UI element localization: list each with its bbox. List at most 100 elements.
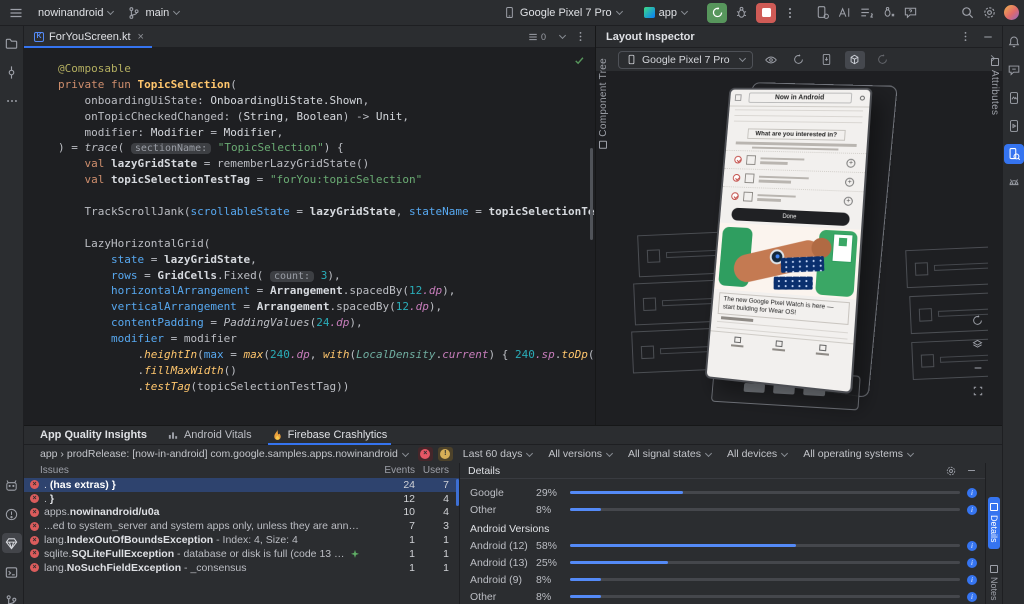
run-config-selector[interactable]: app <box>643 7 689 19</box>
issue-row[interactable]: sqlite.SQLiteFullException - database or… <box>24 547 459 561</box>
commit-tool-icon[interactable] <box>2 62 22 82</box>
issue-row[interactable]: ...ed to system_server and system apps o… <box>24 519 459 533</box>
debug-icon[interactable] <box>734 5 749 20</box>
tab-firebase-crashlytics[interactable]: Firebase Crashlytics <box>267 426 392 445</box>
right-tool-strip <box>1002 26 1024 604</box>
filter-dropdown[interactable]: All operating systems <box>803 448 915 460</box>
inspected-app-screen[interactable]: Now in Android What are you interested i… <box>704 87 873 395</box>
notifications-bell-icon[interactable] <box>1004 32 1024 52</box>
filter-dropdown[interactable]: All devices <box>727 448 789 460</box>
editor-options-icon[interactable] <box>574 30 587 43</box>
info-icon[interactable] <box>967 557 977 568</box>
zoom-out-icon[interactable] <box>972 362 984 374</box>
editor-tab[interactable]: ForYouScreen.kt <box>24 26 152 48</box>
app-quality-insights-tool-icon[interactable] <box>1 533 22 553</box>
inspector-more-icon[interactable] <box>959 30 972 43</box>
task-list-icon[interactable] <box>859 5 874 20</box>
layout-inspector-tool-icon[interactable] <box>1003 144 1024 164</box>
detail-bar-percent: 8% <box>536 503 552 516</box>
rerun-button[interactable] <box>707 2 727 23</box>
nonfatal-filter-toggle[interactable] <box>437 447 453 461</box>
device-mirror-icon[interactable] <box>1004 116 1024 136</box>
code-editor[interactable]: @Composable private fun TopicSelection( o… <box>24 48 595 425</box>
tab-list-chevron-icon[interactable] <box>558 31 567 40</box>
device-manager-icon[interactable] <box>815 5 830 20</box>
info-icon[interactable] <box>967 487 977 498</box>
settings-icon[interactable] <box>982 5 997 20</box>
fatal-filter-toggle[interactable] <box>417 447 433 461</box>
git-tool-icon[interactable] <box>2 591 22 604</box>
inspection-widget[interactable]: 0 <box>527 31 546 43</box>
filter-dropdown[interactable]: All versions <box>548 448 614 460</box>
info-icon[interactable] <box>967 504 977 515</box>
scope-selector[interactable]: app › prodRelease: [now-in-android] com.… <box>40 448 409 460</box>
ai-assistant-icon[interactable] <box>1004 60 1024 80</box>
more-tools-icon[interactable] <box>2 91 22 111</box>
sync-icon[interactable] <box>873 51 893 69</box>
tab-notes-vertical[interactable]: Notes <box>988 559 1000 604</box>
device-selector[interactable]: Google Pixel 7 Pro <box>503 6 623 19</box>
stop-button[interactable] <box>756 2 776 23</box>
issue-row[interactable]: . (has extras) } 24 7 <box>24 478 459 492</box>
issue-row[interactable]: lang.IndexOutOfBoundsException - Index: … <box>24 533 459 547</box>
app-quality-insights-panel: App Quality Insights Android Vitals Fire… <box>24 425 1002 604</box>
issue-row[interactable]: . } 12 4 <box>24 492 459 506</box>
issue-row[interactable]: lang.NoSuchFieldException - _consensus 1 1 <box>24 561 459 575</box>
check-icon <box>730 192 740 201</box>
issue-users-count: 1 <box>443 547 449 560</box>
detail-bar-track <box>570 578 960 581</box>
ai-insight-icon[interactable] <box>351 549 359 558</box>
more-actions-icon[interactable] <box>783 6 797 20</box>
avatar[interactable] <box>1004 5 1019 20</box>
device-explorer-icon[interactable] <box>1004 172 1024 192</box>
filter-dropdown[interactable]: All signal states <box>628 448 713 460</box>
branch-selector[interactable]: main <box>127 6 181 20</box>
logcat-tool-icon[interactable] <box>2 475 22 495</box>
snapshot-icon[interactable] <box>817 51 837 69</box>
profiler-icon[interactable] <box>881 5 896 20</box>
issues-column-header[interactable]: Issues <box>24 465 363 476</box>
search-icon[interactable] <box>960 5 975 20</box>
inspector-device-selector[interactable]: Google Pixel 7 Pro <box>618 50 753 69</box>
tab-android-vitals[interactable]: Android Vitals <box>167 426 252 445</box>
issues-scrollbar[interactable] <box>456 479 459 506</box>
rotate-view-icon[interactable] <box>971 314 984 327</box>
events-column-header[interactable]: Events <box>363 465 415 476</box>
nonfatal-icon <box>440 449 451 459</box>
issue-events-count: 12 <box>403 492 415 505</box>
details-collapse-icon[interactable] <box>966 465 977 476</box>
editor-scrollbar[interactable] <box>590 148 593 240</box>
feedback-icon[interactable] <box>903 5 918 20</box>
mode-3d-toggle[interactable] <box>844 50 865 69</box>
terminal-tool-icon[interactable] <box>2 562 22 582</box>
users-column-header[interactable]: Users <box>415 465 459 476</box>
fit-screen-icon[interactable] <box>972 385 984 397</box>
info-icon[interactable] <box>967 591 977 602</box>
tab-details-vertical[interactable]: Details <box>988 497 1000 549</box>
refresh-icon[interactable] <box>789 51 809 69</box>
menu-icon[interactable] <box>8 5 24 21</box>
plus-icon <box>846 158 856 168</box>
details-settings-icon[interactable] <box>945 465 957 477</box>
code-with-me-icon[interactable] <box>837 5 852 20</box>
detail-bar-label: Other <box>470 503 497 516</box>
component-tree-tab[interactable]: Component Tree <box>598 58 609 149</box>
view-options-icon[interactable] <box>761 51 781 69</box>
code-line: rows = GridCells.Fixed( count: 3), <box>58 268 341 282</box>
project-tool-icon[interactable] <box>2 33 22 53</box>
tab-close-icon[interactable] <box>138 31 144 43</box>
issue-row[interactable]: apps.nowinandroid/u0a 10 4 <box>24 506 459 520</box>
details-title: Details <box>468 464 501 477</box>
attributes-tab[interactable]: Attributes <box>989 58 1000 115</box>
info-icon[interactable] <box>967 540 977 551</box>
running-devices-icon[interactable] <box>1004 88 1024 108</box>
project-selector[interactable]: nowinandroid <box>38 7 115 19</box>
inspector-canvas[interactable]: Now in Android What are you interested i… <box>610 72 988 425</box>
inspector-minimize-icon[interactable] <box>982 31 994 43</box>
inspections-ok-icon[interactable] <box>574 55 585 66</box>
issue-events-count: 7 <box>409 520 415 533</box>
layers-icon[interactable] <box>971 338 984 351</box>
problems-tool-icon[interactable] <box>2 504 22 524</box>
info-icon[interactable] <box>967 574 977 585</box>
filter-dropdown[interactable]: Last 60 days <box>463 448 534 460</box>
